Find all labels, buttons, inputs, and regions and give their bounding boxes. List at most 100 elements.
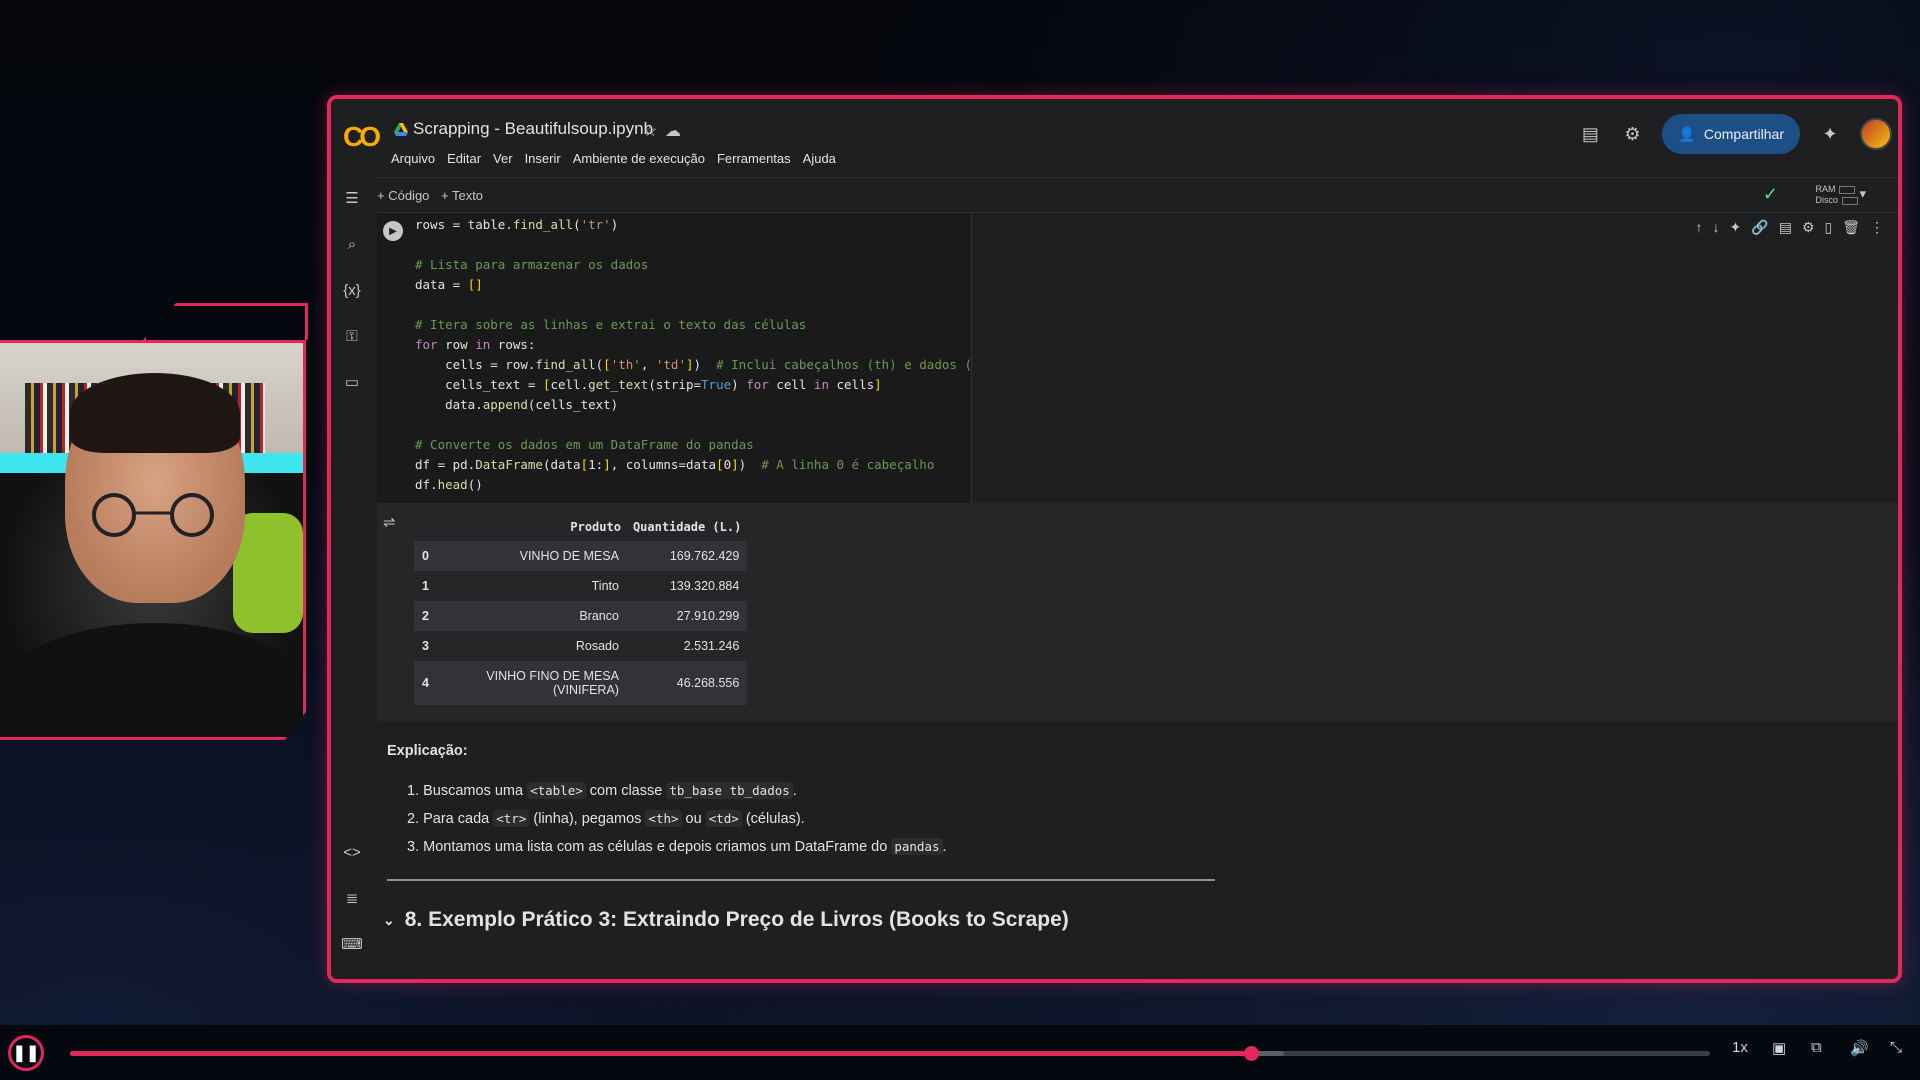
code-line: df = pd.DataFrame(data[1:], columns=data… (415, 457, 935, 472)
table-row: 2 Branco 27.910.299 (414, 601, 748, 631)
progress-fill (70, 1051, 1251, 1056)
pip-icon[interactable]: ⧉ (1811, 1039, 1822, 1056)
section-heading[interactable]: ⌄ 8. Exemplo Prático 3: Extraindo Preço … (383, 908, 1069, 932)
column-header: Produto (570, 520, 621, 534)
menu-arquivo[interactable]: Arquivo (391, 151, 435, 166)
code-line: data = [] (415, 277, 483, 292)
explanation-text-cell[interactable]: Explicação: 1. Buscamos uma <table> com … (387, 743, 947, 861)
presenter-shirt (10, 623, 300, 737)
move-up-icon[interactable]: ↑ (1696, 219, 1703, 236)
share-button[interactable]: 👤 Compartilhar (1662, 114, 1800, 154)
code-line: # Converte os dados em um DataFrame do p… (415, 437, 754, 452)
gemini-cell-icon[interactable]: ✦ (1730, 219, 1742, 236)
key-icon[interactable]: ⚿ (341, 325, 363, 347)
terminal-icon[interactable]: ⌨ (341, 933, 363, 955)
horizontal-rule (387, 879, 1215, 881)
menu-ajuda[interactable]: Ajuda (803, 151, 836, 166)
delete-icon[interactable]: 🗑 (1842, 219, 1860, 236)
captions-icon[interactable]: ▣ (1772, 1039, 1786, 1057)
code-snippets-icon[interactable]: <> (341, 841, 363, 863)
variables-icon[interactable]: {x} (341, 279, 363, 301)
avatar[interactable] (1860, 118, 1892, 150)
gear-icon[interactable]: ⚙ (1620, 122, 1644, 146)
mirror-cell-icon[interactable]: ▯ (1825, 219, 1833, 236)
collapse-chevron-icon[interactable]: ⌄ (383, 912, 395, 929)
menu-inserir[interactable]: Inserir (525, 151, 561, 166)
toc-icon[interactable]: ☰ (341, 187, 363, 209)
code-line: # Lista para armazenar os dados (415, 257, 649, 272)
resources-indicator[interactable]: RAM Disco (1815, 184, 1858, 206)
menu-ver[interactable]: Ver (493, 151, 513, 166)
left-sidebar: ☰ ⌕ {x} ⚿ ▭ <> ≣ ⌨ (331, 177, 375, 979)
cloud-icon[interactable]: ☁ (665, 121, 681, 141)
code-cell[interactable]: ▶ rows = table.find_all('tr') # Lista pa… (377, 213, 995, 503)
cell-quantidade: 46.268.556 (626, 661, 748, 705)
ram-label: RAM (1815, 184, 1836, 194)
menu-editar[interactable]: Editar (447, 151, 481, 166)
volume-icon[interactable]: 🔊 (1850, 1039, 1869, 1057)
run-cell-button[interactable]: ▶ (383, 221, 403, 241)
comment-icon[interactable]: ▤ (1578, 122, 1602, 146)
add-text-button[interactable]: + Texto (441, 188, 483, 203)
table-header-row: Produto Quantidade (L.) (414, 513, 747, 541)
pause-button[interactable]: ❚❚ (8, 1035, 44, 1071)
chevron-down-icon[interactable]: ▾ (1859, 186, 1866, 202)
colab-topbar: CO Scrapping - Beautifulsoup.ipynb ☆ ☁ A… (331, 99, 1898, 177)
cell-quantidade: 139.320.884 (669, 579, 740, 593)
notebook-toolbar: + Código + Texto ✓ RAM Disco ▾ (377, 177, 1898, 213)
cell-output: ⇌ Produto Quantidade (L.) 0 VINHO DE MES… (377, 503, 1898, 721)
cell-quantidade: 2.531.246 (683, 639, 740, 653)
speed-button[interactable]: 1x (1732, 1039, 1748, 1056)
index-header (414, 513, 437, 541)
row-index: 2 (414, 601, 437, 631)
webcam-overlay (0, 340, 306, 740)
progress-track[interactable] (70, 1046, 1710, 1061)
code-text[interactable]: rows = table.find_all('tr') # Lista para… (415, 215, 995, 495)
add-code-button[interactable]: + Código (377, 188, 429, 203)
list-item: 1. Buscamos uma <table> com classe tb_ba… (407, 782, 797, 799)
colab-logo[interactable]: CO (343, 121, 383, 152)
folder-icon[interactable]: ▭ (341, 371, 363, 393)
code-line: for row in rows: (415, 337, 536, 352)
more-icon[interactable]: ⋮ (1870, 219, 1884, 236)
row-index: 3 (422, 639, 429, 653)
comment-cell-icon[interactable]: ▤ (1779, 219, 1792, 236)
menu-ferramentas[interactable]: Ferramentas (717, 151, 791, 166)
cell-produto: Branco (436, 601, 627, 631)
share-label: Compartilhar (1703, 126, 1784, 142)
cell-settings-icon[interactable]: ⚙ (1802, 219, 1815, 236)
dataframe-table: Produto Quantidade (L.) 0 VINHO DE MESA … (414, 513, 748, 705)
cell-produto: VINHO FINO DE MESA (VINIFERA) (436, 661, 627, 705)
disk-label: Disco (1815, 195, 1838, 205)
code-line: data.append(cells_text) (415, 397, 619, 412)
drive-icon (394, 123, 408, 136)
notebook-content: ▶ rows = table.find_all('tr') # Lista pa… (377, 213, 1898, 979)
search-icon[interactable]: ⌕ (341, 233, 363, 255)
code-line: cells_text = [cell.get_text(strip=True) … (415, 377, 882, 392)
command-palette-icon[interactable]: ≣ (341, 887, 363, 909)
cell-quantidade: 27.910.299 (626, 601, 748, 631)
video-player-bar: ❚❚ 1x ▣ ⧉ 🔊 ⤡ (0, 1025, 1920, 1080)
table-row: 4 VINHO FINO DE MESA (VINIFERA) 46.268.5… (414, 661, 748, 705)
glasses (92, 493, 214, 537)
list-item: 3. Montamos uma lista com as células e d… (407, 838, 947, 855)
gemini-icon[interactable]: ✦ (1818, 122, 1842, 146)
row-index: 0 (414, 541, 437, 571)
notebook-title[interactable]: Scrapping - Beautifulsoup.ipynb (413, 119, 653, 139)
progress-thumb[interactable] (1243, 1046, 1259, 1061)
move-down-icon[interactable]: ↓ (1713, 219, 1720, 236)
link-icon[interactable]: 🔗 (1751, 219, 1768, 236)
presenter-hair (70, 373, 240, 453)
fullscreen-exit-icon[interactable]: ⤡ (1890, 1039, 1902, 1056)
star-icon[interactable]: ☆ (643, 121, 657, 141)
cell-quantidade: 169.762.429 (626, 541, 748, 571)
cell-right-area: ↑ ↓ ✦ 🔗 ▤ ⚙ ▯ 🗑 ⋮ (972, 213, 1898, 503)
header-actions: ▤ ⚙ 👤 Compartilhar ✦ (1578, 113, 1898, 155)
code-line: cells = row.find_all(['th', 'td']) # Inc… (415, 357, 995, 372)
code-line: df.head() (415, 477, 483, 492)
list-item: 2. Para cada <tr> (linha), pegamos <th> … (407, 810, 805, 827)
table-row: 1 Tinto 139.320.884 (414, 571, 747, 601)
table-row: 0 VINHO DE MESA 169.762.429 (414, 541, 748, 571)
menu-ambiente[interactable]: Ambiente de execução (573, 151, 705, 166)
output-actions-icon[interactable]: ⇌ (383, 513, 396, 531)
